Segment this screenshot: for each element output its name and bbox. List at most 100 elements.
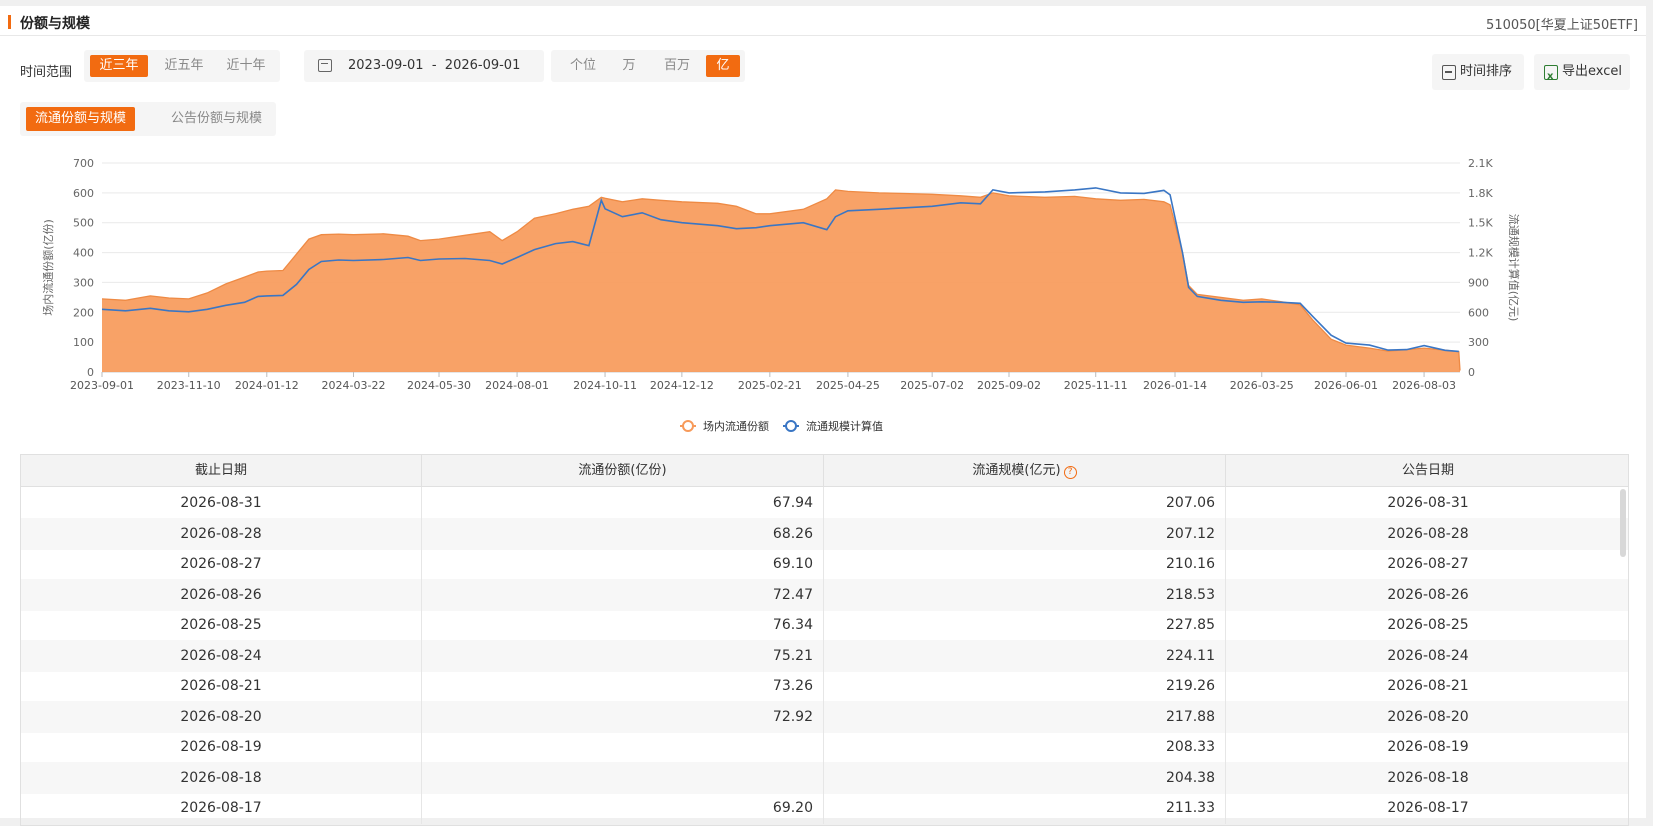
unit-option-ones[interactable]: 个位 <box>559 55 607 77</box>
cell-circulating-scale: 210.16 <box>824 548 1226 580</box>
range-option-10y[interactable]: 近十年 <box>218 55 274 77</box>
cell-announce-date: 2026-08-25 <box>1387 617 1469 633</box>
cell-circulating-share: 73.26 <box>422 670 824 702</box>
x-tick-label: 2025-07-02 <box>900 379 964 392</box>
cell-announce-date: 2026-08-27 <box>1387 556 1469 572</box>
y-right-tick-label: 1.5K <box>1468 217 1493 230</box>
fund-code: 510050[华夏上证50ETF] <box>1486 18 1638 33</box>
legend-share-label[interactable]: 场内流通份额 <box>703 419 769 433</box>
tab-announced[interactable]: 公告份额与规模 <box>162 107 271 131</box>
x-tick-label: 2024-08-01 <box>485 379 549 392</box>
date-start: 2023-09-01 <box>348 58 424 73</box>
table-row[interactable]: 2026-08-18 204.38 2026-08-18 <box>21 761 1628 794</box>
cell-announce-date: 2026-08-21 <box>1387 678 1469 694</box>
x-tick-label: 2024-01-12 <box>235 379 299 392</box>
chart-svg: 0 0 100 300 200 600 300 900 400 1.2K 500 1.5K 600 1.8… <box>41 157 1521 392</box>
date-range-picker[interactable]: 2023-09-01 - 2026-09-01 <box>304 50 544 82</box>
table-row[interactable]: 2026-08-19 208.33 2026-08-19 <box>21 731 1628 763</box>
share-scale-chart: 0 0 100 300 200 600 300 900 400 1.2K 500 1.5K 600 1.8… <box>0 146 1646 446</box>
table-row[interactable]: 2026-08-26 72.47 218.53 2026-08-26 <box>21 578 1628 611</box>
date-end: 2026-09-01 <box>444 58 521 73</box>
unit-segment: 个位 万 百万 亿 <box>551 50 745 82</box>
legend-scale-label[interactable]: 流通规模计算值 <box>806 419 883 433</box>
cell-circulating-share: 75.21 <box>422 639 824 672</box>
unit-option-million[interactable]: 百万 <box>653 55 701 77</box>
table-row[interactable]: 2026-08-17 69.20 211.33 2026-08-17 <box>21 792 1628 824</box>
cell-end-date: 2026-08-31 <box>21 487 422 519</box>
cell-announce-date: 2026-08-28 <box>1387 525 1469 542</box>
y-right-tick-label: 0 <box>1468 366 1475 379</box>
table-row[interactable]: 2026-08-25 76.34 227.85 2026-08-25 <box>21 609 1628 641</box>
table-row[interactable]: 2026-08-21 73.26 219.26 2026-08-21 <box>21 670 1628 702</box>
tab-circulating[interactable]: 流通份额与规模 <box>26 107 136 131</box>
time-range-label: 时间范围 <box>20 65 73 80</box>
cell-end-date: 2026-08-24 <box>21 639 422 672</box>
table-row[interactable]: 2026-08-31 67.94 207.06 2026-08-31 <box>21 487 1628 519</box>
cell-announce-date: 2026-08-19 <box>1387 739 1469 755</box>
excel-icon <box>1544 59 1558 95</box>
range-option-3y[interactable]: 近三年 <box>90 55 148 77</box>
time-range-segment: 近三年 近五年 近十年 <box>84 50 280 82</box>
table-row[interactable]: 2026-08-28 68.26 207.12 2026-08-28 <box>21 517 1628 550</box>
y-left-tick-label: 200 <box>73 306 94 319</box>
table-row[interactable]: 2026-08-20 72.92 217.88 2026-08-20 <box>21 700 1628 733</box>
cell-announce-date: 2026-08-17 <box>1387 800 1469 816</box>
time-sort-button[interactable]: 时间排序 <box>1432 54 1524 90</box>
export-excel-button[interactable]: 导出excel <box>1534 54 1630 95</box>
y-right-tick-label: 600 <box>1468 306 1489 319</box>
cell-circulating-scale: 218.53 <box>824 578 1226 611</box>
x-tick-label: 2025-09-02 <box>977 379 1041 392</box>
x-tick-label: 2026-03-25 <box>1230 379 1294 392</box>
th-circulating-share[interactable]: 流通份额(亿份) <box>422 455 824 487</box>
table-row[interactable]: 2026-08-24 75.21 224.11 2026-08-24 <box>21 639 1628 672</box>
cell-announce-date: 2026-08-18 <box>1387 769 1469 786</box>
th-end-date[interactable]: 截止日期 <box>21 455 422 487</box>
cell-circulating-scale: 224.11 <box>824 639 1226 672</box>
y-right-tick-label: 300 <box>1468 336 1489 349</box>
cell-circulating-share <box>422 761 824 794</box>
legend-scale-marker[interactable] <box>785 420 797 432</box>
y-right-tick-label: 1.2K <box>1468 247 1493 260</box>
section-header: 份额与规模 510050[华夏上证50ETF] <box>0 6 1646 36</box>
x-tick-label: 2026-01-14 <box>1143 379 1207 392</box>
cell-circulating-scale: 207.12 <box>824 517 1226 550</box>
cell-circulating-scale: 227.85 <box>824 609 1226 641</box>
y-right-tick-label: 2.1K <box>1468 157 1493 170</box>
data-table: 截止日期 流通份额(亿份) 流通规模(亿元)? 公告日期 2026-08-31 6… <box>20 454 1629 826</box>
header-accent-bar <box>8 15 11 29</box>
cell-circulating-scale: 217.88 <box>824 700 1226 733</box>
x-tick-label: 2024-05-30 <box>407 379 471 392</box>
y-left-tick-label: 500 <box>73 217 94 230</box>
table-row[interactable]: 2026-08-27 69.10 210.16 2026-08-27 <box>21 548 1628 580</box>
table-header: 截止日期 流通份额(亿份) 流通规模(亿元)? 公告日期 <box>21 455 1628 487</box>
x-tick-label: 2026-08-03 <box>1392 379 1456 392</box>
th-announce-date[interactable]: 公告日期 <box>1226 455 1628 487</box>
export-excel-label: 导出excel <box>1562 64 1622 79</box>
cell-end-date: 2026-08-28 <box>21 517 422 550</box>
x-tick-label: 2023-11-10 <box>157 379 221 392</box>
x-tick-label: 2025-02-21 <box>738 379 802 392</box>
legend-share-marker[interactable] <box>682 420 694 432</box>
unit-option-yi[interactable]: 亿 <box>706 55 740 77</box>
chart-tabs: 流通份额与规模 公告份额与规模 <box>20 102 276 136</box>
help-icon[interactable]: ? <box>1063 466 1077 479</box>
range-option-5y[interactable]: 近五年 <box>156 55 212 77</box>
cell-circulating-share <box>422 731 824 763</box>
x-tick-label: 2024-12-12 <box>650 379 714 392</box>
time-sort-label: 时间排序 <box>1460 64 1513 79</box>
chart-legend: 场内流通份额 流通规模计算值 <box>0 416 1646 436</box>
th-circulating-scale[interactable]: 流通规模(亿元)? <box>824 455 1226 487</box>
cell-circulating-scale: 207.06 <box>824 487 1226 519</box>
cell-circulating-share: 68.26 <box>422 517 824 550</box>
date-range-text: 2023-09-01 - 2026-09-01 <box>348 58 520 73</box>
cell-end-date: 2026-08-21 <box>21 670 422 702</box>
cell-circulating-scale: 219.26 <box>824 670 1226 702</box>
y-left-axis-title: 场内流通份额(亿份) <box>41 219 55 316</box>
unit-option-wan[interactable]: 万 <box>611 55 647 77</box>
th-circulating-scale-label: 流通规模(亿元) <box>972 463 1061 478</box>
table-scrollbar[interactable] <box>1620 489 1626 557</box>
x-tick-label: 2026-06-01 <box>1314 379 1378 392</box>
cell-end-date: 2026-08-25 <box>21 609 422 641</box>
cell-circulating-share: 72.47 <box>422 578 824 611</box>
cell-announce-date: 2026-08-20 <box>1387 708 1469 725</box>
